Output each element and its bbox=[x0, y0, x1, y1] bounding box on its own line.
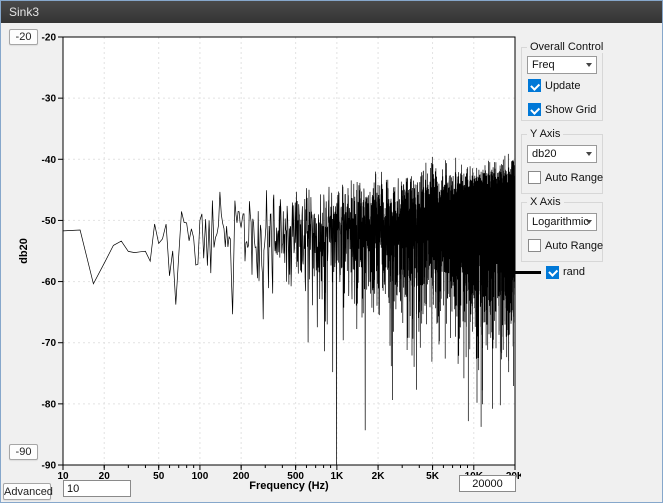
frequency-sink-window: Sink3 -20-30-40-50-60-70-80-901020501002… bbox=[0, 0, 663, 503]
checkbox-icon bbox=[546, 266, 559, 279]
y-tick-label: -60 bbox=[42, 277, 57, 288]
y-min-button[interactable]: -90 bbox=[9, 444, 38, 460]
show-grid-checkbox-label: Show Grid bbox=[545, 104, 596, 116]
checkbox-icon bbox=[528, 239, 541, 252]
group-title: Overall Control bbox=[527, 41, 606, 53]
y-axis-dropdown-value: db20 bbox=[532, 148, 556, 160]
x-axis-group: X Axis Logarithmic Auto Range bbox=[521, 202, 603, 262]
checkbox-icon bbox=[528, 171, 541, 184]
y-auto-range-label: Auto Range bbox=[545, 172, 603, 184]
y-axis-dropdown[interactable]: db20 bbox=[527, 145, 597, 163]
y-tick-label: -50 bbox=[42, 216, 57, 227]
x-auto-range-label: Auto Range bbox=[545, 240, 603, 252]
y-tick-label: -70 bbox=[42, 338, 57, 349]
y-auto-range-checkbox[interactable]: Auto Range bbox=[528, 171, 603, 184]
y-tick-label: -30 bbox=[42, 94, 57, 105]
freq-dropdown-value: Freq bbox=[532, 59, 555, 71]
rand-series-label: rand bbox=[563, 266, 585, 278]
y-axis-group: Y Axis db20 Auto Range bbox=[521, 134, 603, 194]
legend: rand bbox=[515, 264, 585, 280]
x-min-input[interactable] bbox=[63, 480, 131, 497]
window-title: Sink3 bbox=[9, 5, 39, 19]
freq-dropdown[interactable]: Freq bbox=[527, 56, 597, 74]
x-tick-label: 1K bbox=[330, 471, 344, 482]
overall-control-group: Overall Control Freq Update Show Grid bbox=[521, 47, 603, 121]
x-axis-dropdown-value: Logarithmic bbox=[532, 216, 589, 228]
checkbox-icon bbox=[528, 79, 541, 92]
update-checkbox-label: Update bbox=[545, 80, 580, 92]
x-max-input[interactable] bbox=[459, 475, 516, 492]
y-max-button[interactable]: -20 bbox=[9, 29, 38, 45]
group-title: Y Axis bbox=[527, 128, 563, 140]
chevron-down-icon bbox=[586, 63, 592, 67]
x-tick-label: 100 bbox=[192, 471, 209, 482]
checkbox-icon bbox=[528, 103, 541, 116]
advanced-button[interactable]: Advanced bbox=[3, 483, 51, 500]
group-title: X Axis bbox=[527, 196, 564, 208]
x-axis-dropdown[interactable]: Logarithmic bbox=[527, 213, 597, 231]
title-bar[interactable]: Sink3 bbox=[1, 1, 662, 23]
x-tick-label: 200 bbox=[233, 471, 250, 482]
update-checkbox[interactable]: Update bbox=[528, 79, 580, 92]
x-tick-label: 2K bbox=[372, 471, 386, 482]
rand-series-checkbox[interactable]: rand bbox=[546, 266, 585, 279]
spectrum-plot[interactable]: -20-30-40-50-60-70-80-901020501002005001… bbox=[1, 23, 521, 503]
y-axis-title: db20 bbox=[18, 238, 30, 264]
legend-line bbox=[515, 271, 541, 274]
x-tick-label: 50 bbox=[153, 471, 165, 482]
chevron-down-icon bbox=[586, 152, 592, 156]
x-auto-range-checkbox[interactable]: Auto Range bbox=[528, 239, 603, 252]
y-tick-label: -80 bbox=[42, 399, 57, 410]
y-tick-label: -40 bbox=[42, 155, 57, 166]
x-axis-title: Frequency (Hz) bbox=[249, 480, 329, 492]
x-tick-label: 5K bbox=[426, 471, 440, 482]
y-tick-label: -20 bbox=[42, 33, 57, 44]
show-grid-checkbox[interactable]: Show Grid bbox=[528, 103, 596, 116]
y-tick-label: -90 bbox=[42, 461, 57, 472]
chevron-down-icon bbox=[586, 220, 592, 224]
